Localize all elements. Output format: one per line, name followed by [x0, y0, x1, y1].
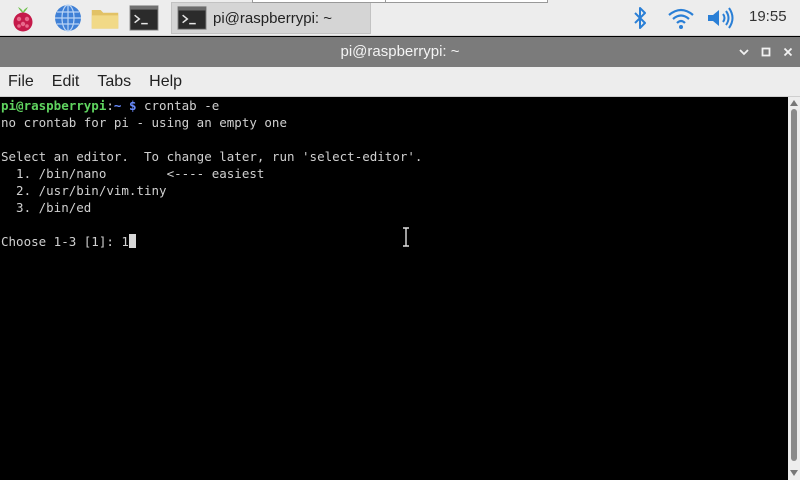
clock[interactable]: 19:55 [749, 8, 787, 25]
close-button[interactable] [780, 44, 796, 60]
prompt-separator: : [106, 98, 114, 113]
raspberry-menu-icon[interactable] [8, 3, 38, 33]
terminal-icon[interactable] [129, 3, 159, 33]
ibeam-cursor-icon [403, 227, 409, 247]
terminal-line: 3. /bin/ed [1, 200, 92, 215]
prompt-dollar: $ [121, 98, 137, 113]
terminal-icon [177, 5, 207, 31]
wifi-icon[interactable] [667, 6, 695, 30]
volume-icon[interactable] [706, 6, 736, 30]
taskbar-window-label: pi@raspberrypi: ~ [213, 9, 333, 27]
taskbar: pi@raspberrypi: ~ 19:55 [0, 0, 800, 36]
terminal-line: no crontab for pi - using an empty one [1, 115, 287, 130]
scrollbar-thumb[interactable] [791, 109, 797, 461]
file-manager-icon[interactable] [90, 3, 120, 33]
window-title: pi@raspberrypi: ~ [340, 43, 460, 60]
terminal-line: 2. /usr/bin/vim.tiny [1, 183, 167, 198]
text-cursor [128, 234, 136, 248]
web-browser-icon[interactable] [53, 3, 83, 33]
tooltip-fragment [252, 0, 548, 3]
menu-edit[interactable]: Edit [43, 68, 89, 96]
terminal-line: Select an editor. To change later, run '… [1, 149, 423, 164]
bluetooth-icon[interactable] [630, 6, 650, 30]
terminal-prompt-line: pi@raspberrypi:~ $ crontab -e [1, 97, 422, 114]
terminal-output[interactable]: pi@raspberrypi:~ $ crontab -e no crontab… [0, 97, 788, 480]
terminal-input-text: Choose 1-3 [1]: 1 [1, 234, 129, 249]
maximize-icon [761, 47, 771, 57]
terminal-input-line: Choose 1-3 [1]: 1 [1, 233, 422, 250]
terminal-scrollbar[interactable] [788, 97, 800, 480]
terminal-lines: pi@raspberrypi:~ $ crontab -e no crontab… [1, 97, 422, 250]
minimize-button[interactable] [736, 44, 752, 60]
terminal-line: 1. /bin/nano <---- easiest [1, 166, 265, 181]
menu-help[interactable]: Help [140, 68, 191, 96]
menu-tabs[interactable]: Tabs [88, 68, 140, 96]
window-titlebar[interactable]: pi@raspberrypi: ~ [0, 37, 800, 67]
menu-bar: File Edit Tabs Help [0, 67, 800, 97]
menu-file[interactable]: File [0, 68, 43, 96]
prompt-command: crontab -e [136, 98, 220, 113]
maximize-button[interactable] [758, 44, 774, 60]
scroll-down-icon[interactable] [790, 469, 798, 477]
chevron-down-icon [739, 49, 749, 56]
prompt-user: pi@raspberrypi [1, 98, 107, 113]
close-icon [783, 47, 793, 57]
taskbar-window-button[interactable]: pi@raspberrypi: ~ [171, 2, 371, 34]
scroll-up-icon[interactable] [790, 99, 798, 107]
